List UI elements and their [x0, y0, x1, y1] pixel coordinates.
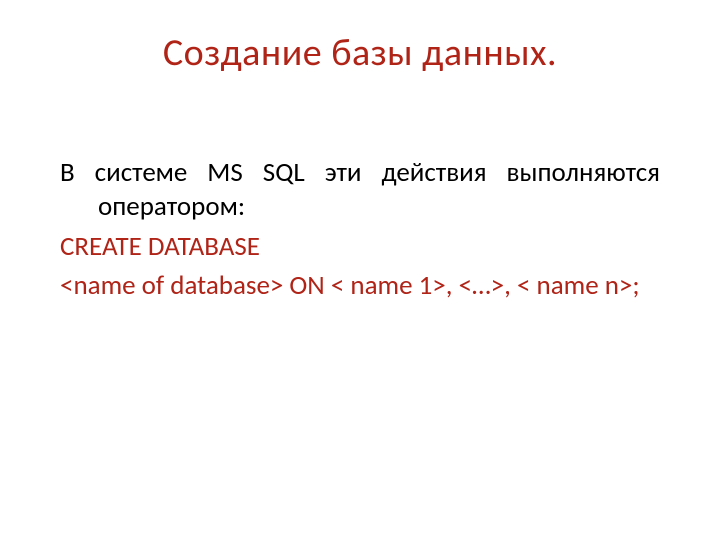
intro-text: В системе MS SQL эти действия выполняютс… [60, 156, 660, 224]
sql-statement-line-1: CREATE DATABASE [60, 230, 660, 264]
slide-body: В системе MS SQL эти действия выполняютс… [60, 156, 660, 303]
slide-title: Создание базы данных. [60, 30, 660, 76]
sql-statement-line-2: <name of database> ON < name 1>, <…>, < … [60, 269, 660, 303]
slide: Создание базы данных. В системе MS SQL э… [0, 0, 720, 540]
